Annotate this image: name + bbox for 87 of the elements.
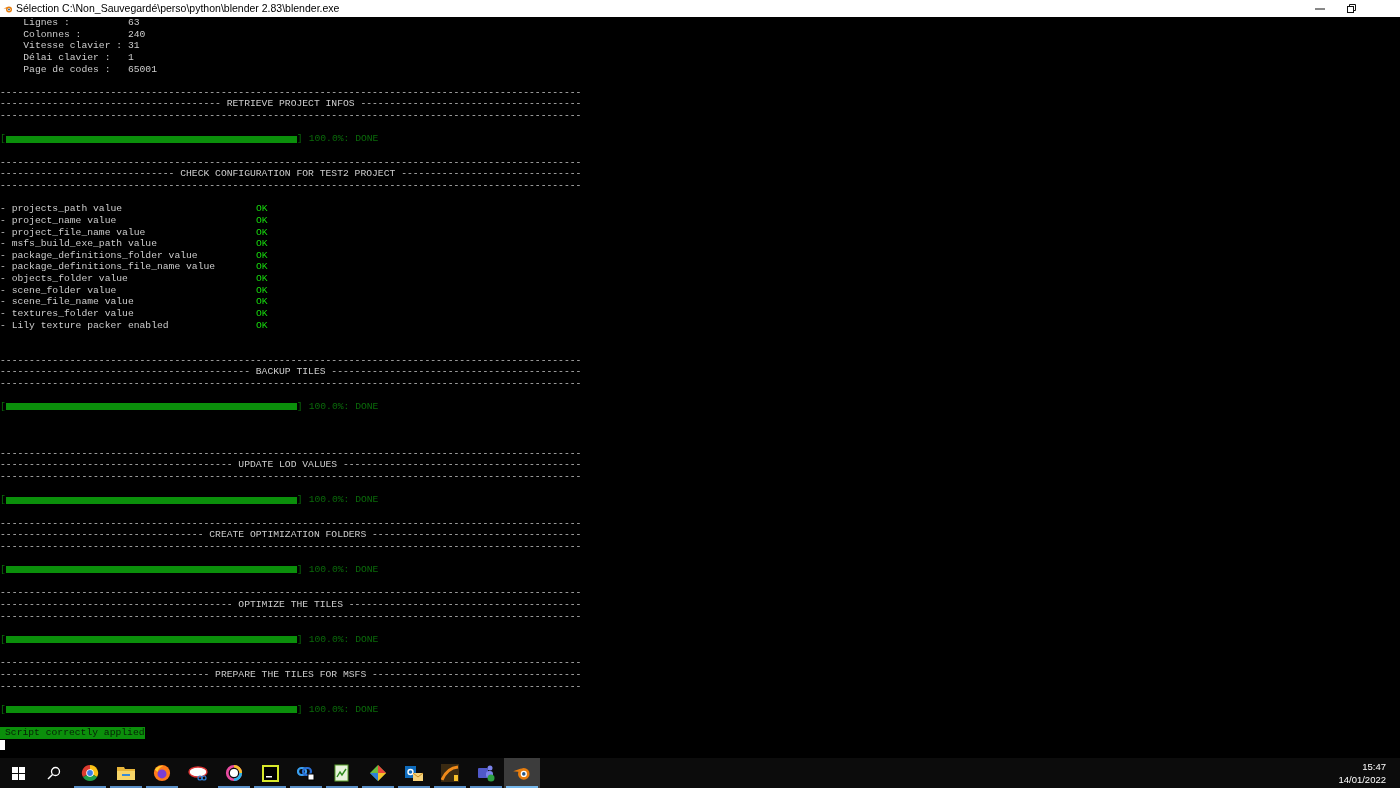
progress-status: 100.0%: DONE	[308, 703, 379, 716]
square-logo-icon	[261, 764, 279, 782]
progress-status: 100.0%: DONE	[308, 564, 379, 576]
dashed-rule: ----------------------------------------------------------------------------------------------------	[0, 657, 582, 669]
bracket: [	[0, 133, 6, 146]
text-cursor	[0, 739, 5, 750]
check-status: OK	[256, 261, 268, 274]
check-label: - scene_folder value	[0, 284, 118, 297]
section-heading: ----------------------------------- CREATE OPTIMIZATION FOLDERS ------------------------------------	[0, 529, 582, 541]
dashed-rule: ----------------------------------------------------------------------------------------------------	[0, 680, 582, 693]
section-heading: ------------------------------ CHECK CONFIGURATION FOR TEST2 PROJECT -------------------------------	[0, 168, 582, 180]
section-heading: -------------------------------------- RETRIEVE PROJECT INFOS --------------------------------------	[0, 98, 582, 111]
check-label: - objects_folder value	[0, 273, 129, 285]
dashed-rule: ----------------------------------------------------------------------------------------------------	[0, 517, 582, 530]
check-status: OK	[256, 296, 268, 309]
section-heading: ------------------------------------ PREPARE THE TILES FOR MSFS ------------------------------------	[0, 668, 582, 681]
check-label: - msfs_build_exe_path value	[0, 238, 158, 250]
people-icon	[477, 764, 495, 782]
bracket: ]	[296, 401, 303, 413]
notepad-icon	[334, 764, 350, 782]
check-label: - textures_folder value	[0, 308, 135, 320]
dashed-rule: ----------------------------------------------------------------------------------------------------	[0, 447, 582, 460]
browser-icon	[81, 764, 99, 782]
chain-link-icon	[297, 765, 315, 781]
bracket: [	[0, 564, 6, 576]
dashed-rule: ----------------------------------------------------------------------------------------------------	[0, 179, 582, 192]
progress-status: 100.0%: DONE	[308, 633, 379, 646]
check-status: OK	[256, 203, 268, 215]
dashed-rule: ----------------------------------------------------------------------------------------------------	[0, 471, 582, 483]
dashed-rule: ----------------------------------------------------------------------------------------------------	[0, 86, 582, 99]
bracket: ]	[296, 133, 303, 146]
search-icon	[47, 766, 61, 780]
ring-icon	[225, 764, 243, 782]
bracket: [	[0, 494, 6, 506]
console-line: Vitesse clavier : 31	[22, 40, 140, 52]
mail-icon	[405, 764, 423, 782]
progress-status: 100.0%: DONE	[308, 494, 379, 506]
diamond-icon	[369, 764, 387, 782]
bracket: [	[0, 703, 6, 716]
check-label: - package_definitions_file_name value	[0, 261, 217, 274]
folder-icon	[117, 765, 135, 781]
check-label: - package_definitions_folder value	[0, 249, 199, 262]
check-label: - Lily texture packer enabled	[0, 319, 170, 332]
console-line: Page de codes : 65001	[22, 63, 157, 76]
check-label: - project_name value	[0, 214, 118, 227]
console-line: Délai clavier : 1	[22, 51, 134, 64]
bracket: ]	[296, 494, 303, 506]
check-status: OK	[256, 319, 268, 332]
section-heading: ------------------------------------------- BACKUP TILES -------------------------------------------	[0, 366, 582, 378]
check-status: OK	[256, 308, 268, 320]
windows-logo-icon	[11, 766, 25, 780]
clock-date: 14/01/2022	[1338, 773, 1386, 786]
success-message: Script correctly applied	[0, 727, 145, 739]
bracket: [	[0, 401, 6, 413]
check-status: OK	[256, 226, 268, 239]
check-label: - project_file_name value	[0, 226, 147, 239]
check-status: OK	[256, 249, 268, 262]
dashed-rule: ----------------------------------------------------------------------------------------------------	[0, 110, 582, 122]
dashed-rule: ----------------------------------------------------------------------------------------------------	[0, 354, 582, 367]
section-heading: ---------------------------------------- UPDATE LOD VALUES -----------------------------------------	[0, 459, 582, 471]
window-title: Sélection C:\Non_Sauvegardé\perso\python\blender 2.83\blender.exe	[16, 0, 340, 16]
curve-icon	[441, 764, 459, 782]
dashed-rule: ----------------------------------------------------------------------------------------------------	[0, 587, 582, 600]
console-line: Colonnes : 240	[22, 28, 146, 41]
dashed-rule: ----------------------------------------------------------------------------------------------------	[0, 377, 582, 390]
orbit-icon	[513, 765, 531, 781]
bracket: ]	[296, 564, 303, 576]
bracket: [	[0, 633, 6, 646]
check-status: OK	[256, 284, 268, 297]
clock-time: 15:47	[1362, 760, 1386, 773]
scissors-icon	[188, 765, 208, 781]
check-status: OK	[256, 214, 268, 227]
check-label: - projects_path value	[0, 203, 124, 215]
bracket: ]	[296, 633, 303, 646]
check-status: OK	[256, 273, 268, 285]
progress-status: 100.0%: DONE	[308, 401, 379, 413]
dashed-rule: ----------------------------------------------------------------------------------------------------	[0, 610, 582, 623]
dashed-rule: ----------------------------------------------------------------------------------------------------	[0, 540, 582, 553]
dashed-rule: ----------------------------------------------------------------------------------------------------	[0, 156, 582, 169]
check-label: - scene_file_name value	[0, 296, 135, 309]
check-status: OK	[256, 238, 268, 250]
progress-status: 100.0%: DONE	[308, 133, 379, 146]
bracket: ]	[296, 703, 303, 716]
section-heading: ---------------------------------------- OPTIMIZE THE TILES ----------------------------------------	[0, 599, 582, 611]
console-line: Lignes : 63	[22, 17, 140, 29]
restore-icon[interactable]	[1347, 4, 1356, 13]
globe-icon	[153, 764, 171, 782]
